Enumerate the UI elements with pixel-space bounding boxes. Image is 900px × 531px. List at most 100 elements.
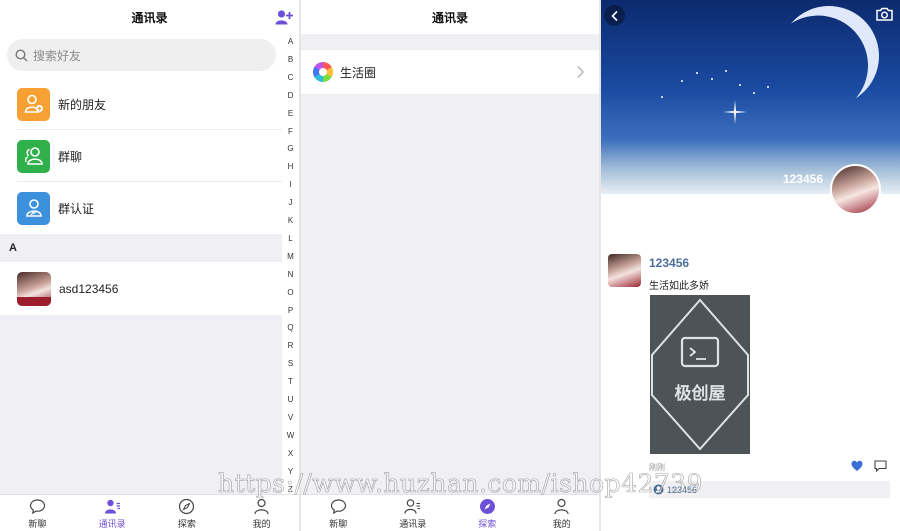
comment-icon[interactable] bbox=[874, 460, 887, 472]
alphabet-index-letter[interactable]: F bbox=[282, 127, 299, 136]
alphabet-index-letter[interactable]: N bbox=[282, 270, 299, 279]
alphabet-index-letter[interactable]: U bbox=[282, 395, 299, 404]
post-author-name[interactable]: 123456 bbox=[649, 256, 689, 270]
contact-row[interactable]: asd123456 bbox=[0, 262, 282, 315]
search-placeholder: 搜索好友 bbox=[33, 48, 82, 63]
discover-panel: 通讯录 生活圈 新聊 通讯录 探索 我的 bbox=[301, 0, 599, 531]
alphabet-index-letter[interactable]: E bbox=[282, 109, 299, 118]
moments-panel: 123456 123456 生活如此多娇 极创屋 刚刚 123456 bbox=[601, 0, 900, 531]
alphabet-index-letter[interactable]: Y bbox=[282, 467, 299, 476]
alphabet-index-letter[interactable]: S bbox=[282, 359, 299, 368]
post-author-avatar[interactable] bbox=[608, 254, 641, 287]
contacts-icon bbox=[404, 499, 421, 514]
tab-bar: 新聊 通讯录 探索 我的 bbox=[0, 494, 299, 531]
post-image[interactable]: 极创屋 bbox=[650, 295, 750, 454]
tab-label: 我的 bbox=[552, 519, 571, 529]
alphabet-index-letter[interactable]: J bbox=[282, 198, 299, 207]
tab-label: 探索 bbox=[478, 519, 497, 529]
tab-me[interactable]: 我的 bbox=[224, 495, 299, 531]
alphabet-index-letter[interactable]: Z bbox=[282, 485, 299, 494]
alphabet-index-letter[interactable]: X bbox=[282, 449, 299, 458]
search-bar: 搜索好友 bbox=[0, 34, 282, 78]
contact-name: asd123456 bbox=[59, 281, 119, 296]
contacts-header: 通讯录 bbox=[0, 0, 299, 34]
moments-entry[interactable]: 生活圈 bbox=[301, 50, 599, 94]
like-user-icon bbox=[653, 484, 664, 495]
list-item-label: 新的朋友 bbox=[58, 97, 107, 112]
alphabet-index-letter[interactable]: H bbox=[282, 162, 299, 171]
alphabet-index-letter[interactable]: O bbox=[282, 288, 299, 297]
tab-label: 通讯录 bbox=[98, 519, 126, 529]
search-icon bbox=[15, 48, 28, 61]
alphabet-index-letter[interactable]: C bbox=[282, 73, 299, 82]
tab-chat[interactable]: 新聊 bbox=[0, 495, 75, 531]
camera-icon[interactable] bbox=[876, 7, 893, 21]
add-friend-icon[interactable] bbox=[275, 9, 293, 25]
tab-explore[interactable]: 探索 bbox=[150, 495, 225, 531]
page-title: 通讯录 bbox=[431, 10, 468, 25]
post-timestamp: 刚刚 bbox=[649, 463, 665, 472]
post-image-text: 极创屋 bbox=[674, 384, 726, 403]
alphabet-index-letter[interactable]: L bbox=[282, 234, 299, 243]
tab-explore[interactable]: 探索 bbox=[450, 495, 525, 531]
list-item-new-friends[interactable]: 新的朋友 bbox=[0, 78, 282, 130]
alphabet-index-letter[interactable]: G bbox=[282, 144, 299, 153]
tab-contacts[interactable]: 通讯录 bbox=[75, 495, 150, 531]
alphabet-index-letter[interactable]: B bbox=[282, 55, 299, 64]
back-button[interactable] bbox=[604, 5, 625, 26]
tab-label: 新聊 bbox=[329, 519, 348, 529]
group-chat-icon bbox=[17, 139, 50, 173]
alphabet-index-letter[interactable]: K bbox=[282, 216, 299, 225]
compass-icon bbox=[479, 499, 495, 514]
chevron-left-icon bbox=[610, 10, 618, 21]
list-item-label: 群聊 bbox=[58, 149, 83, 164]
contacts-panel: 通讯录 搜索好友 新的朋友 群聊 群认证 A asd123456 A B C D… bbox=[0, 0, 299, 531]
list-item-group-verify[interactable]: 群认证 bbox=[0, 182, 282, 234]
tab-chat[interactable]: 新聊 bbox=[301, 495, 376, 531]
alphabet-index-letter[interactable]: A bbox=[282, 37, 299, 46]
chat-bubble-icon bbox=[29, 499, 45, 515]
discover-header: 通讯录 bbox=[301, 0, 599, 34]
alphabet-index-letter[interactable]: T bbox=[282, 377, 299, 386]
new-friend-icon bbox=[17, 87, 50, 121]
likes-list: 123456 bbox=[649, 481, 890, 498]
alphabet-index[interactable]: ABCDEFGHIJKLMNOPQRSTUVWXYZ bbox=[282, 34, 299, 494]
alphabet-index-letter[interactable]: P bbox=[282, 306, 299, 315]
tab-label: 我的 bbox=[252, 519, 271, 529]
group-verify-icon bbox=[17, 191, 50, 225]
compass-icon bbox=[179, 498, 195, 515]
alphabet-index-letter[interactable]: M bbox=[282, 252, 299, 261]
list-item-label: 群认证 bbox=[58, 201, 95, 216]
tab-me[interactable]: 我的 bbox=[525, 495, 600, 531]
alphabet-index-letter[interactable]: R bbox=[282, 341, 299, 350]
alphabet-index-letter[interactable]: Q bbox=[282, 323, 299, 332]
liker-name[interactable]: 123456 bbox=[667, 485, 697, 495]
contacts-icon bbox=[104, 499, 120, 514]
page-title: 通讯录 bbox=[131, 10, 168, 25]
post-image-graphic bbox=[651, 298, 749, 451]
moments-icon bbox=[313, 62, 333, 82]
avatar bbox=[17, 271, 51, 306]
alphabet-index-letter[interactable]: V bbox=[282, 413, 299, 422]
heart-icon[interactable] bbox=[851, 460, 863, 472]
list-item-group-chat[interactable]: 群聊 bbox=[0, 130, 282, 182]
tab-label: 通讯录 bbox=[399, 519, 427, 529]
star-flare-graphic bbox=[723, 100, 747, 124]
post-text: 生活如此多娇 bbox=[649, 281, 709, 292]
chat-bubble-icon bbox=[330, 499, 346, 515]
alphabet-index-letter[interactable]: W bbox=[282, 431, 299, 440]
moments-label: 生活圈 bbox=[340, 65, 377, 80]
user-icon bbox=[254, 498, 269, 515]
tab-label: 探索 bbox=[177, 519, 196, 529]
tab-contacts[interactable]: 通讯录 bbox=[376, 495, 451, 531]
search-input[interactable]: 搜索好友 bbox=[7, 39, 276, 71]
chevron-right-icon bbox=[577, 66, 584, 78]
profile-avatar[interactable] bbox=[830, 164, 881, 215]
section-header-letter: A bbox=[0, 234, 282, 262]
cover-username: 123456 bbox=[782, 172, 823, 186]
user-icon bbox=[554, 498, 569, 515]
alphabet-index-letter[interactable]: D bbox=[282, 91, 299, 100]
tab-bar: 新聊 通讯录 探索 我的 bbox=[301, 494, 599, 531]
tab-label: 新聊 bbox=[28, 519, 47, 529]
alphabet-index-letter[interactable]: I bbox=[282, 180, 299, 189]
